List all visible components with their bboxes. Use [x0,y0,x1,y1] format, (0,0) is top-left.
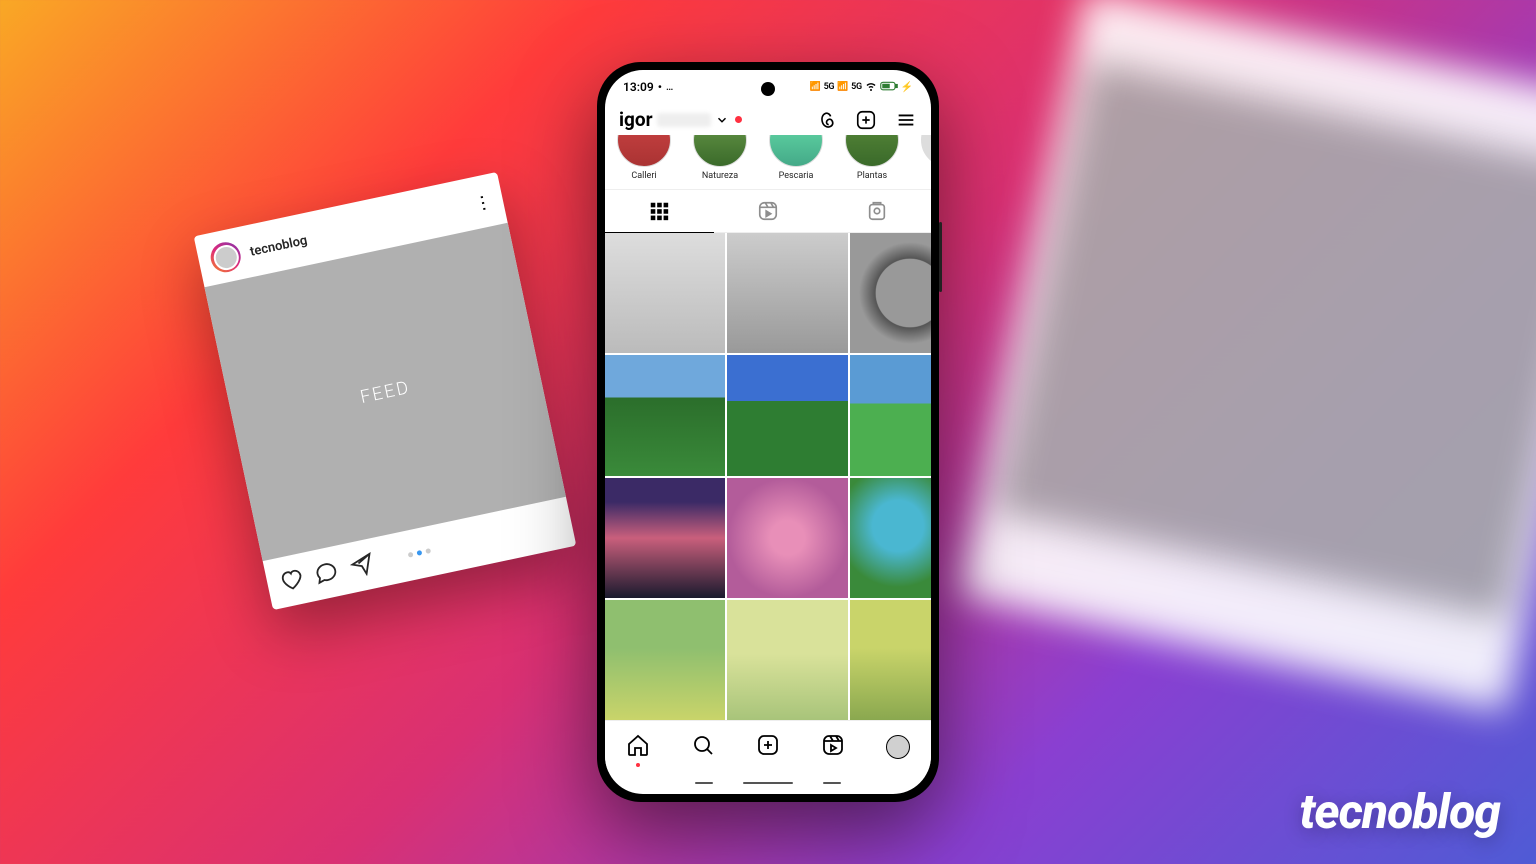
wifi-icon [865,80,877,95]
grid-photo[interactable] [605,478,725,598]
plus-square-icon [756,733,780,757]
highlight-label: Pescaria [779,171,814,181]
grid-photo[interactable] [727,478,847,598]
grid-icon [648,200,670,222]
grid-photo[interactable] [850,233,932,353]
tab-tagged[interactable] [822,190,931,232]
profile-header: igor [605,104,931,135]
grid-photo[interactable] [727,355,847,475]
highlight-label: Plantas [857,171,887,181]
charging-icon: ⚡ [901,82,913,93]
post-more-icon[interactable]: ⋯ [472,192,493,212]
bottom-navigation [605,720,931,772]
grid-photo[interactable] [850,355,932,475]
network-label-2: 5G [851,82,862,92]
grid-photo[interactable] [850,600,932,720]
reels-nav-icon [821,733,845,757]
search-icon [691,733,715,757]
reels-icon [757,200,779,222]
story-highlights-row[interactable]: Calleri Natureza Pescaria Plantas N [605,135,931,189]
highlight-item[interactable]: Calleri [613,141,675,181]
create-post-icon[interactable] [855,109,877,131]
tagged-icon [866,200,888,222]
grid-photo[interactable] [727,233,847,353]
threads-icon[interactable] [815,109,837,131]
blurred-post-image [996,61,1536,619]
share-icon[interactable] [347,550,375,578]
highlight-item[interactable]: Natureza [689,141,751,181]
status-time: 13:09 [623,80,654,94]
nav-reels[interactable] [821,733,845,761]
camera-punch-hole [761,82,775,96]
profile-photo-grid [605,233,931,720]
highlight-cover [769,135,823,167]
dot-active [416,549,422,555]
status-more-icon: … [666,82,673,93]
hamburger-menu-icon[interactable] [895,109,917,131]
tab-reels[interactable] [714,190,823,232]
profile-tabs [605,189,931,233]
highlight-cover [693,135,747,167]
post-avatar [211,242,241,272]
phone-screen: 13:09 • … 📶 5G 📶 5G ⚡ igor [605,70,931,794]
post-image-label: FEED [358,376,412,407]
network-label-1: 5G [824,82,835,92]
username-switcher[interactable]: igor [619,108,742,131]
signal-bars-icon-2: 📶 [837,82,848,92]
gesture-navigation-bar [605,772,931,794]
nav-profile-avatar[interactable] [886,735,910,759]
background-post-card-blurred [958,0,1536,711]
tecnoblog-watermark: tecnoblog [1300,783,1500,840]
highlight-label: Calleri [631,171,656,181]
gesture-pill [695,782,713,784]
highlight-item[interactable]: Pescaria [765,141,827,181]
chevron-down-icon [715,113,729,127]
profile-username: igor [619,108,653,131]
tab-grid[interactable] [605,190,714,233]
nav-create[interactable] [756,733,780,761]
highlight-item[interactable]: N [917,141,931,181]
dot [408,551,414,557]
highlight-cover [845,135,899,167]
highlight-cover [921,135,931,167]
nav-search[interactable] [691,733,715,761]
notification-dot-icon [735,116,742,123]
gesture-pill [743,782,793,784]
post-avatar-ring[interactable] [208,239,244,275]
comment-icon[interactable] [312,558,340,586]
username-blurred-part [657,113,711,127]
battery-icon [880,81,898,94]
signal-bars-icon: 📶 [810,82,821,92]
home-icon [626,733,650,757]
status-notification-dot-icon: • [658,80,662,94]
post-username[interactable]: tecnoblog [249,233,309,260]
grid-photo[interactable] [605,355,725,475]
grid-photo[interactable] [727,600,847,720]
phone-mockup: 13:09 • … 📶 5G 📶 5G ⚡ igor [597,62,939,802]
grid-photo[interactable] [850,478,932,598]
instagram-post-card: tecnoblog ⋯ FEED [194,172,577,610]
grid-photo[interactable] [605,233,725,353]
nav-home[interactable] [626,733,650,761]
highlight-cover [617,135,671,167]
gesture-pill [823,782,841,784]
highlight-label: Natureza [702,171,738,181]
highlight-item[interactable]: Plantas [841,141,903,181]
carousel-dots [408,548,432,558]
heart-icon[interactable] [277,565,305,593]
dot [425,548,431,554]
grid-photo[interactable] [605,600,725,720]
